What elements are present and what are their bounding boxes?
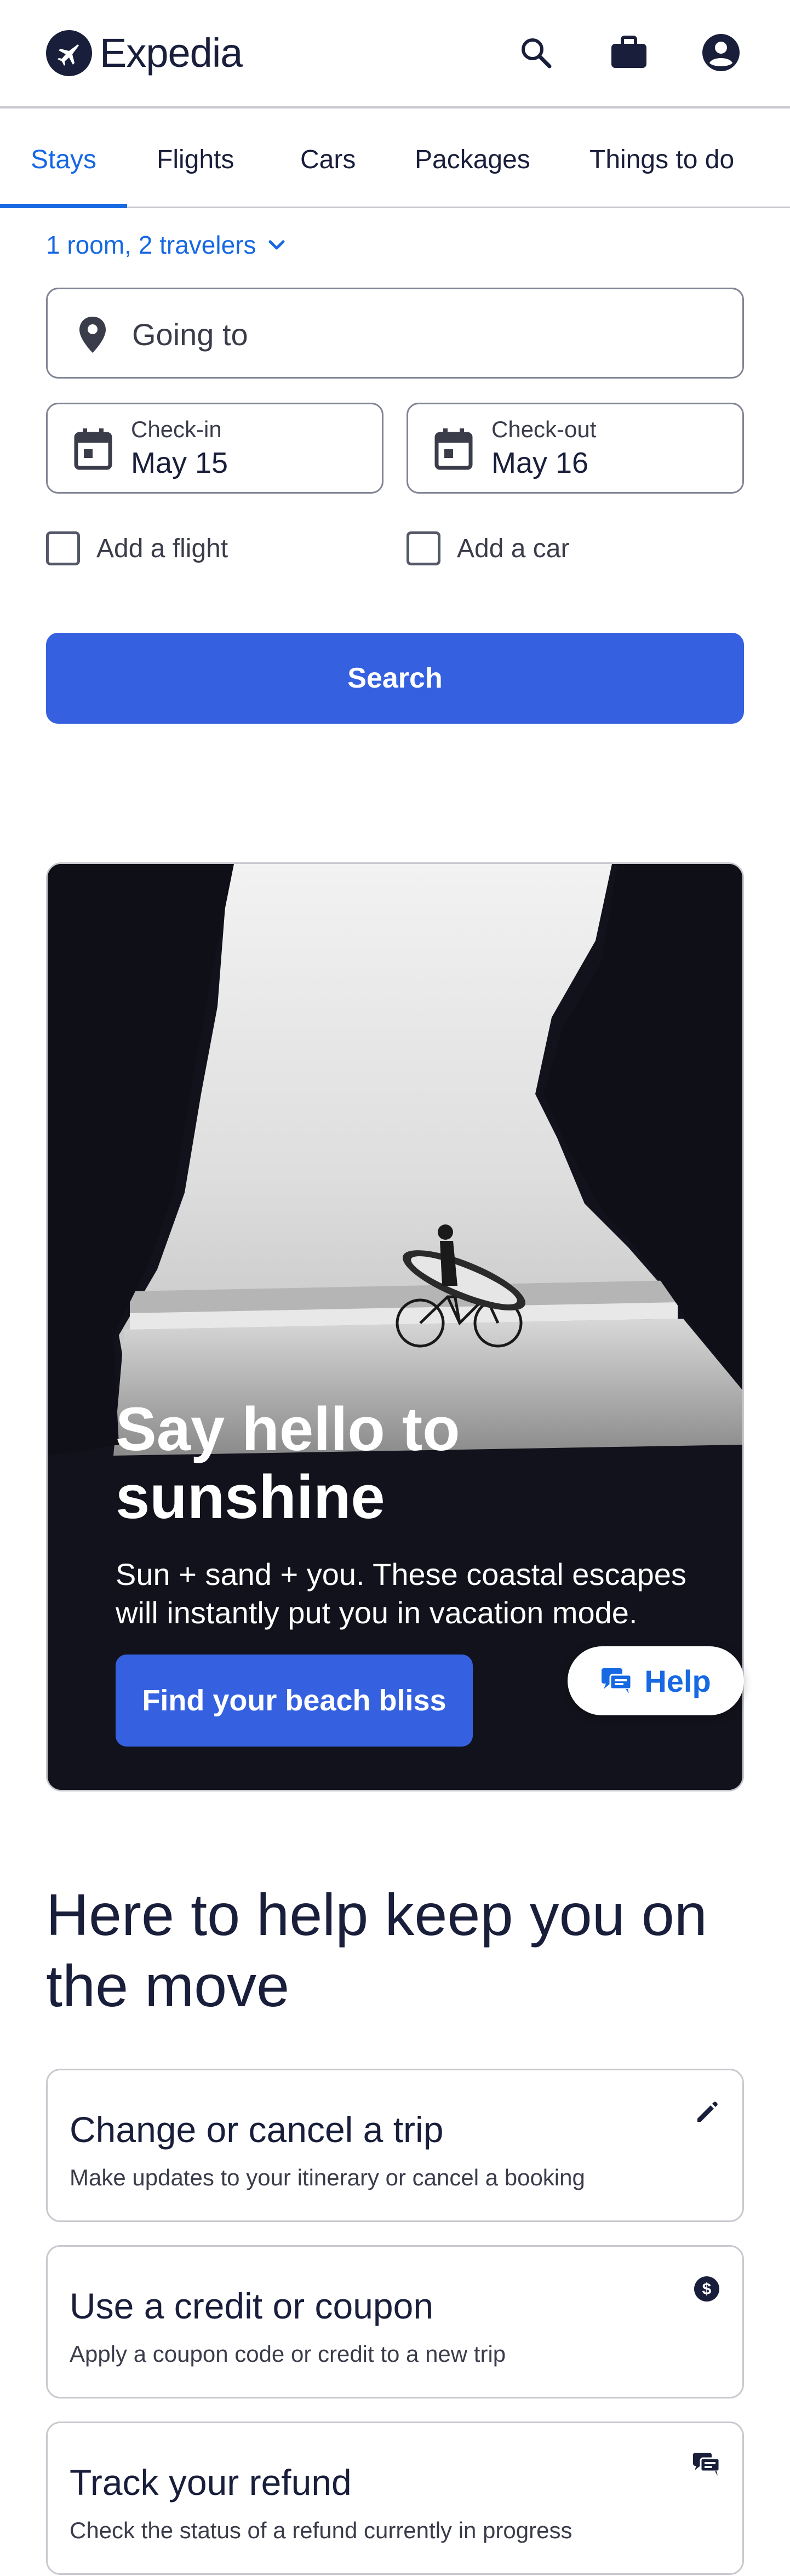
expedia-plane-icon [46, 30, 92, 76]
credit-coupon-card[interactable]: Use a credit or coupon Apply a coupon co… [46, 2245, 744, 2398]
tab-things-to-do[interactable]: Things to do [589, 111, 734, 208]
checkin-label: Check-in [131, 416, 222, 442]
chat-icon [693, 2453, 720, 2476]
card-description: Check the status of a refund currently i… [70, 2517, 573, 2543]
checkbox-box[interactable] [46, 531, 80, 565]
add-flight-checkbox[interactable]: Add a flight [46, 531, 228, 565]
pencil-icon [697, 2102, 718, 2122]
add-car-label: Add a car [457, 534, 570, 563]
dollar-icon: $ [694, 2276, 719, 2302]
add-flight-label: Add a flight [96, 534, 228, 563]
trips-briefcase-icon[interactable] [607, 31, 651, 75]
tab-flights[interactable]: Flights [157, 111, 234, 208]
brand-name: Expedia [100, 30, 243, 76]
travelers-selector[interactable]: 1 room, 2 travelers [46, 230, 287, 260]
tab-cars[interactable]: Cars [300, 111, 356, 208]
card-description: Make updates to your itinerary or cancel… [70, 2165, 585, 2190]
search-icon[interactable] [514, 31, 558, 75]
account-icon[interactable] [699, 31, 743, 75]
add-car-checkbox[interactable]: Add a car [407, 531, 569, 565]
checkbox-box[interactable] [407, 531, 440, 565]
map-pin-icon [79, 317, 106, 353]
destination-input[interactable]: Going to [46, 288, 744, 379]
tab-stays[interactable]: Stays [31, 111, 96, 208]
find-beach-bliss-button[interactable]: Find your beach bliss [116, 1655, 473, 1747]
chevron-down-icon [268, 240, 285, 250]
hero-subtitle: Sun + sand + you. These coastal escapes … [116, 1557, 686, 1630]
card-title: Track your refund [70, 2462, 352, 2503]
help-label: Help [644, 1663, 711, 1698]
chat-icon [602, 1668, 632, 1693]
active-tab-indicator [0, 204, 127, 208]
checkout-value: May 16 [491, 446, 589, 479]
checkin-field[interactable]: Check-in May 15 [46, 403, 383, 494]
card-title: Change or cancel a trip [70, 2109, 444, 2150]
product-tabs: Stays Flights Cars Packages Things to do [0, 111, 790, 208]
change-cancel-trip-card[interactable]: Change or cancel a trip Make updates to … [46, 2069, 744, 2222]
hero-title: Say hello to sunshine [116, 1395, 460, 1531]
help-button[interactable]: Help [568, 1646, 744, 1715]
track-refund-card[interactable]: Track your refund Check the status of a … [46, 2422, 744, 2575]
calendar-icon [434, 428, 473, 470]
card-description: Apply a coupon code or credit to a new t… [70, 2341, 506, 2367]
checkin-value: May 15 [131, 446, 228, 479]
card-title: Use a credit or coupon [70, 2286, 434, 2326]
svg-text:$: $ [702, 2280, 712, 2298]
travelers-label: 1 room, 2 travelers [46, 231, 256, 259]
destination-placeholder: Going to [132, 317, 248, 352]
checkout-label: Check-out [491, 416, 597, 442]
expedia-logo[interactable]: Expedia [46, 30, 243, 76]
checkout-field[interactable]: Check-out May 16 [407, 403, 744, 494]
site-header: Expedia [0, 0, 790, 108]
search-button[interactable]: Search [46, 633, 744, 724]
calendar-icon [74, 428, 112, 470]
help-section-heading: Here to help keep you on the move [46, 1881, 707, 2019]
tab-packages[interactable]: Packages [415, 111, 530, 208]
